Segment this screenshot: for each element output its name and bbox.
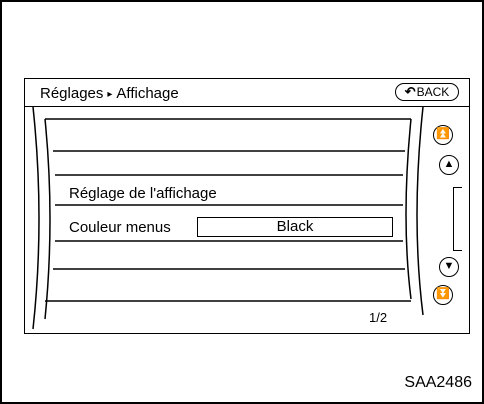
setting-value-couleur-menus[interactable]: Black	[197, 217, 393, 237]
scroll-down-button[interactable]: ▼	[439, 257, 459, 277]
section-title: Réglage de l'affichage	[69, 185, 217, 202]
scrollbar[interactable]	[453, 187, 462, 251]
page-up-button[interactable]: ⏫	[433, 125, 453, 145]
display-screen: Réglages ▸ Affichage ↶BACK Réglage de l'af…	[24, 78, 470, 334]
scroll-up-button[interactable]: ▲	[439, 155, 459, 175]
chevron-up-icon: ▲	[443, 158, 455, 170]
double-chevron-up-icon: ⏫	[436, 128, 450, 140]
page-down-button[interactable]: ⏬	[433, 285, 453, 305]
chevron-down-icon: ▼	[443, 260, 455, 272]
figure-reference-code: SAA2486	[404, 374, 472, 391]
page-indicator: 1/2	[369, 310, 388, 325]
list-frame	[32, 106, 424, 330]
setting-label-couleur-menus[interactable]: Couleur menus	[69, 219, 171, 236]
double-chevron-down-icon: ⏬	[436, 288, 450, 300]
figure-frame: Réglages ▸ Affichage ↶BACK Réglage de l'af…	[0, 0, 484, 404]
